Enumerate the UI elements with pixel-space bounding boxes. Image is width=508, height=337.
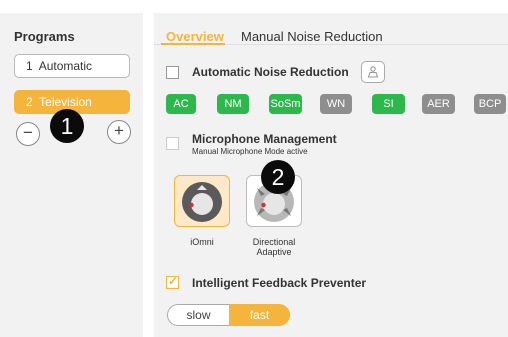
microphone-checkbox[interactable] — [166, 137, 179, 150]
program-name: Television — [39, 95, 92, 109]
program-item-automatic[interactable]: 1 Automatic — [14, 54, 130, 78]
microphone-label: Microphone Management — [192, 132, 337, 146]
anr-chip-bcp[interactable]: BCP — [474, 94, 506, 114]
column-divider — [143, 13, 154, 337]
program-name: Automatic — [38, 59, 93, 73]
tab-overview[interactable]: Overview — [166, 29, 224, 44]
programs-title: Programs — [14, 29, 75, 44]
speed-slow-button[interactable]: slow — [167, 304, 229, 326]
mic-mode-iomni[interactable] — [174, 175, 230, 227]
ifp-checkbox[interactable] — [166, 274, 179, 289]
ifp-label: Intelligent Feedback Preventer — [192, 276, 367, 290]
anr-chip-sosm[interactable]: SoSm — [269, 94, 302, 114]
mic-mode-directional-label: Directional Adaptive — [236, 237, 312, 257]
anr-chip-aer[interactable]: AER — [422, 94, 455, 114]
anr-chip-wn[interactable]: WN — [320, 94, 352, 114]
minus-icon: − — [23, 123, 33, 142]
plus-icon: + — [114, 121, 124, 140]
anr-settings-button[interactable] — [361, 61, 385, 83]
tab-manual-noise-reduction[interactable]: Manual Noise Reduction — [241, 29, 383, 44]
callout-badge-2: 2 — [261, 160, 295, 194]
anr-chip-si[interactable]: SI — [372, 94, 405, 114]
person-icon — [367, 66, 379, 78]
microphone-sublabel: Manual Microphone Mode active — [192, 147, 308, 156]
remove-program-button[interactable]: − — [16, 122, 40, 146]
callout-badge-1: 1 — [50, 109, 84, 143]
mic-mode-label-line1: Directional — [252, 237, 296, 247]
anr-chip-nm[interactable]: NM — [217, 94, 249, 114]
mic-mode-iomni-label: iOmni — [190, 237, 214, 247]
anr-checkbox[interactable] — [166, 66, 179, 79]
speed-fast-button[interactable]: fast — [229, 304, 290, 326]
tab-overview-underline — [161, 43, 225, 45]
mic-mode-label-line2: Adaptive — [256, 247, 292, 257]
anr-label: Automatic Noise Reduction — [192, 65, 349, 79]
omni-head-icon — [182, 182, 222, 222]
program-number: 2 — [26, 95, 33, 109]
add-program-button[interactable]: + — [107, 120, 131, 144]
anr-chip-ac[interactable]: AC — [166, 94, 196, 114]
program-number: 1 — [26, 59, 33, 73]
